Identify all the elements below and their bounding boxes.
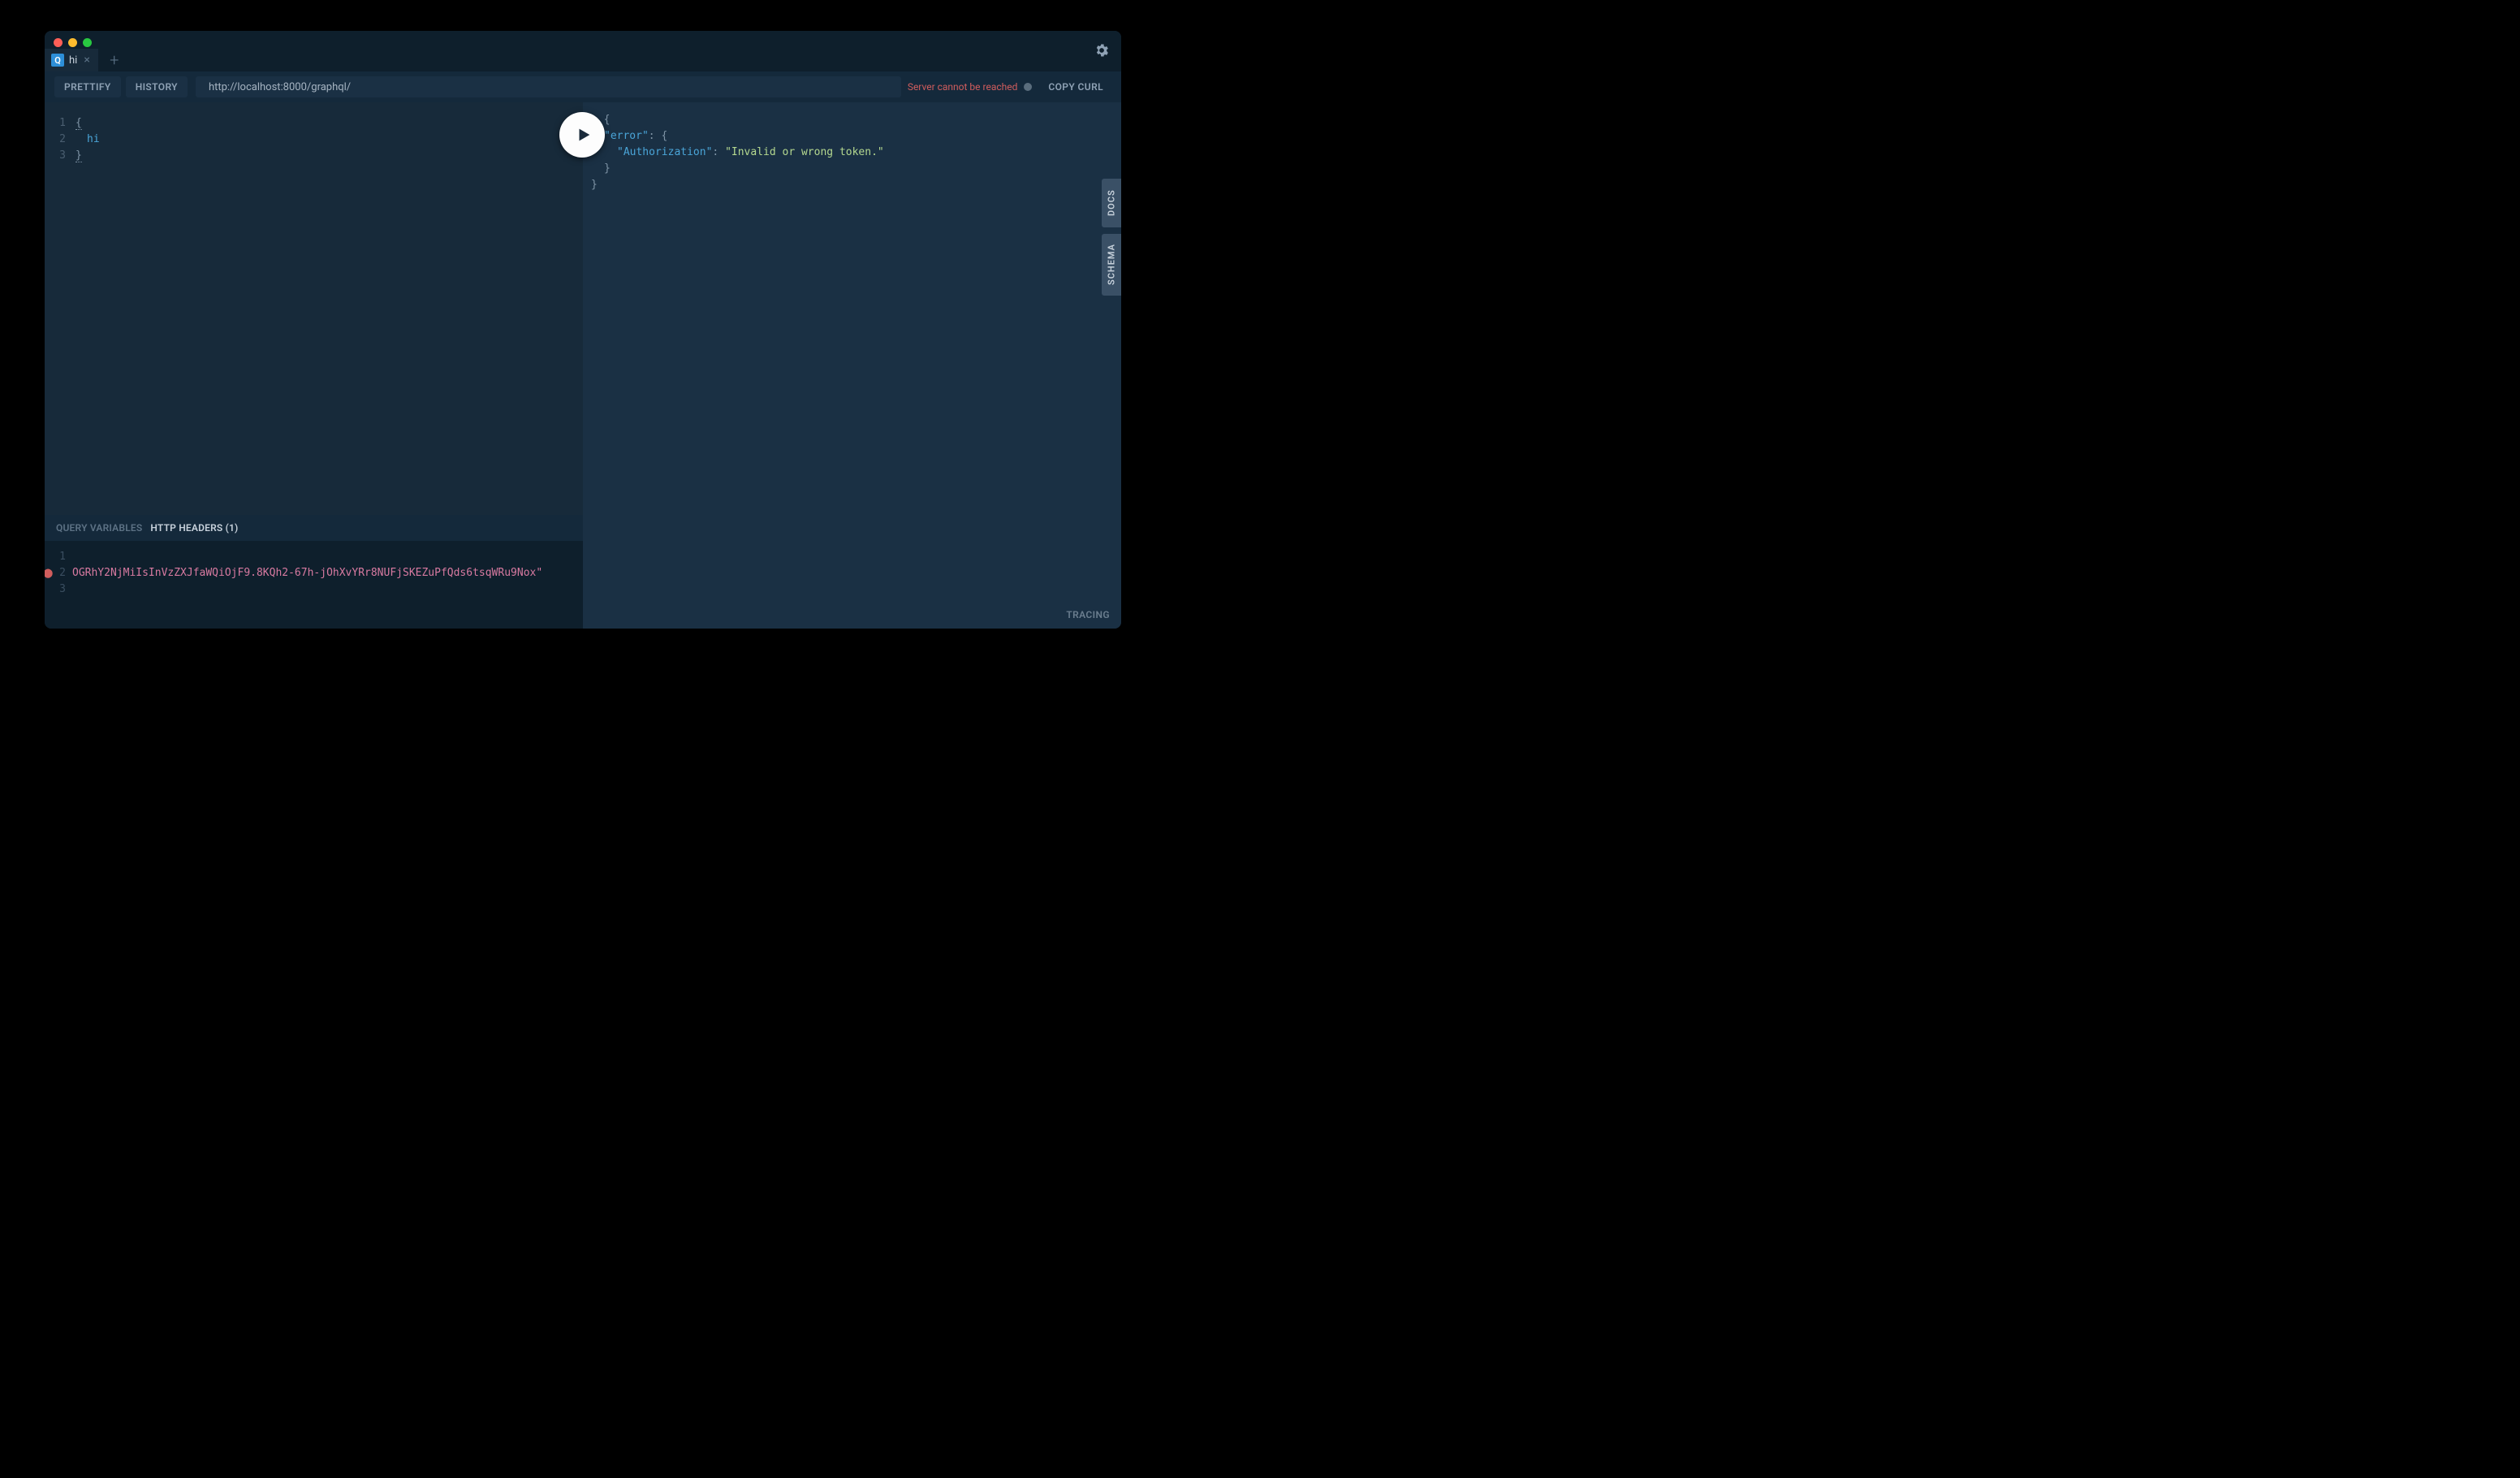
code-token: } bbox=[591, 179, 598, 191]
query-gutter: 1 2 3 bbox=[53, 115, 72, 502]
tab-active[interactable]: Q hi × bbox=[45, 49, 98, 71]
response-viewer[interactable]: ▾ { "error": { "Authorization": "Invalid… bbox=[583, 102, 1121, 203]
history-button[interactable]: HISTORY bbox=[126, 76, 188, 97]
right-pane: ▾ { "error": { "Authorization": "Invalid… bbox=[583, 102, 1121, 629]
maximize-window-icon[interactable] bbox=[83, 38, 92, 47]
tab-http-headers[interactable]: HTTP HEADERS (1) bbox=[150, 522, 238, 534]
code-token: } bbox=[604, 162, 611, 175]
prettify-button[interactable]: PRETTIFY bbox=[54, 76, 121, 97]
play-icon bbox=[575, 126, 593, 144]
code-token: OGRhY2NjMiIsInVzZXJfaWQiOjF9.8KQh2-67h-j… bbox=[72, 567, 542, 579]
query-icon: Q bbox=[51, 54, 64, 67]
code-token: "Authorization" bbox=[617, 146, 712, 158]
line-number: 2 bbox=[53, 132, 72, 148]
new-tab-button[interactable]: + bbox=[98, 49, 131, 71]
code-token: { bbox=[604, 114, 611, 126]
query-editor[interactable]: 1 2 3 { hi } bbox=[45, 102, 583, 515]
tab-strip: Q hi × + bbox=[45, 31, 131, 71]
app-window: Q hi × + PRETTIFY HISTORY Server cannot … bbox=[45, 31, 1121, 629]
close-tab-icon[interactable]: × bbox=[84, 54, 89, 67]
main-split: 1 2 3 { hi } QUERY VARIABLES HTTP HEADER… bbox=[45, 102, 1121, 629]
status-dot-icon bbox=[1024, 83, 1032, 91]
close-window-icon[interactable] bbox=[54, 38, 63, 47]
tab-query-variables[interactable]: QUERY VARIABLES bbox=[56, 522, 142, 534]
endpoint-field-wrapper bbox=[196, 76, 901, 97]
bottom-tabs: QUERY VARIABLES HTTP HEADERS (1) bbox=[45, 515, 583, 541]
code-token: "Invalid or wrong token." bbox=[725, 146, 884, 158]
endpoint-input[interactable] bbox=[209, 81, 888, 93]
line-number: 2 bbox=[59, 567, 66, 579]
traffic-lights bbox=[45, 38, 92, 47]
code-token: { bbox=[76, 117, 82, 130]
query-code: { hi } bbox=[72, 115, 575, 502]
code-token: : { bbox=[649, 130, 667, 142]
server-status: Server cannot be reached bbox=[908, 81, 1041, 93]
code-token: : bbox=[712, 146, 725, 158]
left-pane: 1 2 3 { hi } QUERY VARIABLES HTTP HEADER… bbox=[45, 102, 583, 629]
server-status-text: Server cannot be reached bbox=[908, 81, 1018, 93]
minimize-window-icon[interactable] bbox=[68, 38, 77, 47]
headers-gutter: 1 ⬤ 2 3 bbox=[53, 549, 72, 620]
code-token: hi bbox=[76, 133, 100, 145]
copy-curl-button[interactable]: COPY CURL bbox=[1040, 81, 1111, 93]
tab-label: hi bbox=[69, 54, 77, 67]
schema-toggle[interactable]: SCHEMA bbox=[1102, 234, 1121, 296]
line-number: 3 bbox=[53, 581, 72, 598]
line-number: 1 bbox=[53, 549, 72, 565]
headers-code: OGRhY2NjMiIsInVzZXJfaWQiOjF9.8KQh2-67h-j… bbox=[72, 549, 575, 620]
headers-editor[interactable]: 1 ⬤ 2 3 OGRhY2NjMiIsInVzZXJfaWQiOjF9.8KQ… bbox=[45, 541, 583, 629]
error-marker-icon: ⬤ bbox=[45, 565, 53, 581]
line-number: 1 bbox=[53, 115, 72, 132]
tracing-toggle[interactable]: TRACING bbox=[1066, 609, 1110, 620]
line-number: 3 bbox=[53, 148, 72, 164]
gear-icon bbox=[1094, 42, 1110, 58]
title-bar: Q hi × + bbox=[45, 31, 1121, 71]
code-token: } bbox=[76, 149, 82, 162]
settings-button[interactable] bbox=[1094, 42, 1110, 62]
execute-button[interactable] bbox=[559, 112, 605, 158]
code-token: "error" bbox=[604, 130, 649, 142]
docs-toggle[interactable]: DOCS bbox=[1102, 179, 1121, 227]
toolbar: PRETTIFY HISTORY Server cannot be reache… bbox=[45, 71, 1121, 102]
